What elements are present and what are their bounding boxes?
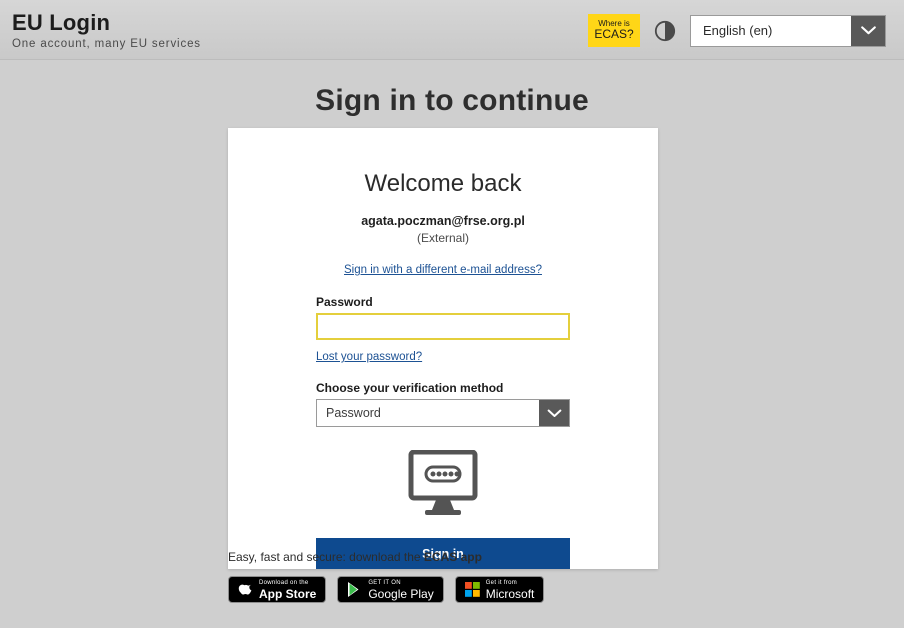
- verification-dropdown-arrow[interactable]: [539, 400, 569, 426]
- login-card: Welcome back agata.poczman@frse.org.pl (…: [228, 128, 658, 569]
- account-type-label: (External): [416, 231, 469, 245]
- language-selector[interactable]: English (en): [690, 14, 886, 47]
- verification-method-value: Password: [326, 406, 381, 420]
- illustration: [316, 450, 570, 516]
- where-is-ecas-badge[interactable]: Where is ECAS?: [588, 14, 640, 47]
- microsoft-store-badge[interactable]: Get it from Microsoft: [454, 576, 545, 603]
- password-input[interactable]: [316, 313, 570, 340]
- ecas-badge-line2: ECAS?: [594, 27, 634, 42]
- microsoft-badge-big: Microsoft: [485, 586, 535, 601]
- app-store-badge[interactable]: Download on the App Store: [228, 576, 327, 603]
- lost-password-link[interactable]: Lost your password?: [316, 351, 422, 363]
- brand-title: EU Login: [12, 10, 111, 35]
- google-play-badge-big: Google Play: [368, 586, 434, 601]
- language-dropdown-arrow[interactable]: [851, 15, 885, 46]
- microsoft-badge-small: Get it from: [485, 579, 518, 586]
- welcome-heading: Welcome back: [364, 170, 522, 197]
- header-controls: Where is ECAS? English (en): [588, 14, 886, 47]
- password-label: Password: [316, 295, 373, 309]
- chevron-down-icon: [860, 26, 876, 35]
- contrast-icon: [654, 20, 676, 41]
- chevron-down-icon: [547, 409, 561, 417]
- footer: Easy, fast and secure: download the ECAS…: [228, 550, 668, 603]
- microsoft-icon: [464, 582, 480, 597]
- login-form: Password Lost your password? Choose your…: [228, 295, 658, 569]
- account-email: agata.poczman@frse.org.pl: [361, 214, 525, 228]
- app-badges: Download on the App Store GET IT ON Goog…: [228, 576, 668, 603]
- brand: EU Login One account, many EU services: [12, 10, 201, 51]
- google-play-badge[interactable]: GET IT ON Google Play: [337, 576, 444, 603]
- google-play-badge-small: GET IT ON: [368, 579, 401, 586]
- brand-subtitle: One account, many EU services: [12, 38, 201, 50]
- verification-method-selector[interactable]: Password: [316, 399, 570, 427]
- page-title: Sign in to continue: [315, 84, 589, 117]
- footer-text-prefix: Easy, fast and secure: download the: [228, 550, 424, 564]
- language-selected-value: English (en): [703, 23, 773, 38]
- app-store-badge-big: App Store: [259, 586, 317, 601]
- google-play-icon: [348, 582, 359, 597]
- monitor-password-icon: [408, 450, 478, 515]
- verification-method-label: Choose your verification method: [316, 381, 504, 395]
- footer-text-strong: ECAS app: [423, 550, 482, 564]
- app-store-badge-small: Download on the: [259, 579, 309, 586]
- site-header: EU Login One account, many EU services W…: [0, 0, 904, 60]
- footer-text: Easy, fast and secure: download the ECAS…: [228, 550, 668, 564]
- contrast-toggle-button[interactable]: [654, 20, 676, 42]
- apple-icon: [238, 584, 252, 595]
- different-email-link[interactable]: Sign in with a different e-mail address?: [344, 264, 542, 276]
